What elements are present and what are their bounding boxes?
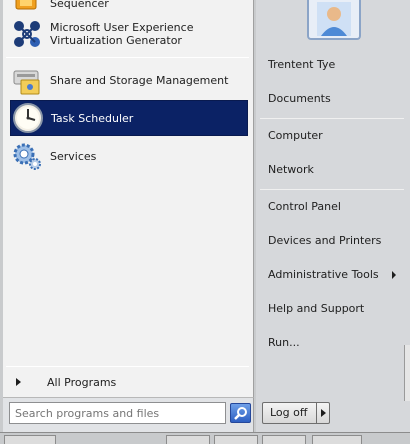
- search-input[interactable]: [9, 402, 226, 424]
- computer-link[interactable]: Computer: [268, 127, 408, 145]
- start-button[interactable]: [4, 435, 56, 444]
- administrative-tools-label: Administrative Tools: [268, 268, 379, 281]
- program-services[interactable]: Services: [10, 139, 248, 173]
- user-icon: [317, 2, 351, 36]
- program-task-scheduler[interactable]: Task Scheduler: [10, 100, 248, 136]
- administrative-tools-link[interactable]: Administrative Tools: [268, 266, 408, 284]
- network-link[interactable]: Network: [268, 161, 408, 179]
- help-support-link[interactable]: Help and Support: [268, 300, 408, 318]
- program-uev-generator[interactable]: Microsoft User Experience Virtualization…: [10, 18, 248, 50]
- program-label: Task Scheduler: [51, 111, 134, 125]
- taskbar-button[interactable]: [166, 435, 210, 444]
- all-programs-button[interactable]: All Programs: [11, 371, 249, 393]
- user-avatar[interactable]: [307, 0, 361, 40]
- control-panel-link[interactable]: Control Panel: [268, 198, 408, 216]
- program-label: Microsoft User Experience Virtualization…: [50, 21, 194, 47]
- search-row: [3, 398, 254, 432]
- taskbar-button[interactable]: [214, 435, 258, 444]
- devices-printers-link[interactable]: Devices and Printers: [268, 232, 408, 250]
- separator: [6, 57, 249, 58]
- programs-pane: Sequencer Microsoft User Experience Virt…: [3, 0, 254, 398]
- places-pane: Trentent Tye Documents Computer Network …: [256, 0, 410, 432]
- arrow-right-icon: [16, 378, 21, 386]
- share-storage-icon: [10, 63, 44, 97]
- program-label: Share and Storage Management: [50, 73, 229, 87]
- separator: [260, 189, 404, 190]
- background-window-edge: [404, 345, 410, 401]
- separator: [6, 366, 249, 367]
- program-label: Sequencer: [50, 0, 109, 10]
- sequencer-icon: [10, 0, 44, 14]
- services-gear-icon: [10, 139, 44, 173]
- separator: [260, 118, 404, 119]
- all-programs-label: All Programs: [47, 375, 117, 389]
- start-menu: Sequencer Microsoft User Experience Virt…: [0, 0, 410, 432]
- program-label: Services: [50, 149, 97, 163]
- taskbar: [0, 432, 410, 444]
- run-link[interactable]: Run...: [268, 334, 408, 352]
- user-name-link[interactable]: Trentent Tye: [268, 56, 408, 74]
- uev-generator-icon: [10, 17, 44, 51]
- shutdown-options-button[interactable]: [316, 402, 330, 424]
- taskbar-button[interactable]: [262, 435, 306, 444]
- search-button[interactable]: [230, 403, 251, 423]
- documents-link[interactable]: Documents: [268, 90, 408, 108]
- magnifier-icon: [233, 407, 247, 420]
- submenu-arrow-icon: [392, 271, 396, 279]
- program-sequencer[interactable]: Sequencer: [10, 0, 248, 14]
- log-off-button[interactable]: Log off: [262, 402, 320, 424]
- task-scheduler-icon: [11, 101, 45, 135]
- taskbar-button[interactable]: [312, 435, 362, 444]
- program-share-storage[interactable]: Share and Storage Management: [10, 63, 248, 97]
